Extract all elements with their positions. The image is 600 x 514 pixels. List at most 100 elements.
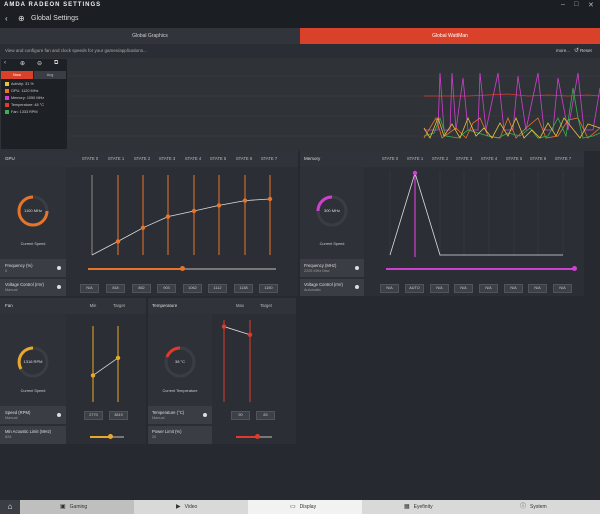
- temp-point-1[interactable]: [247, 332, 253, 337]
- temperature-toggle[interactable]: [203, 413, 207, 417]
- nav-eyefinity[interactable]: ▦ Eyefinity: [362, 500, 476, 514]
- tab-global-wattman[interactable]: Global WattMan: [300, 28, 600, 44]
- tab-bar: Global Graphics Global WattMan: [0, 28, 600, 44]
- temperature-title: Temperature: [152, 303, 178, 308]
- memory-voltage-toggle[interactable]: [355, 285, 359, 289]
- close-icon[interactable]: ✕: [588, 1, 594, 9]
- fan-speed-label: Speed (RPM): [5, 410, 31, 415]
- maximize-icon[interactable]: □: [574, 1, 578, 8]
- fan-speed-mode: Manual: [5, 416, 18, 420]
- fan-title: Fan: [5, 303, 13, 308]
- gpu-state-1-point[interactable]: [115, 239, 121, 244]
- temp-curve-line: [223, 326, 251, 336]
- memory-voltage-state-3[interactable]: N/A: [454, 284, 473, 293]
- temperature-target-input[interactable]: 83: [256, 411, 275, 420]
- nav-system[interactable]: ⓘ System: [476, 500, 600, 514]
- minimize-icon[interactable]: –: [561, 1, 565, 8]
- gpu-voltage-toggle[interactable]: [57, 285, 61, 289]
- memory-voltage-state-5[interactable]: N/A: [504, 284, 523, 293]
- gpu-voltage-state-3[interactable]: 903: [157, 284, 176, 293]
- gpu-voltage-state-2[interactable]: 862: [132, 284, 151, 293]
- reset-icon[interactable]: ↺: [574, 47, 579, 54]
- gpu-frequency-toggle[interactable]: [57, 266, 61, 270]
- fan-point-0[interactable]: [90, 373, 96, 378]
- reset-button[interactable]: Reset: [580, 48, 592, 53]
- legend-item[interactable]: Memory: 1050 MHz: [5, 96, 44, 100]
- gpu-voltage-state-6[interactable]: 1138: [234, 284, 253, 293]
- memory-state-1-point[interactable]: [412, 170, 418, 176]
- gpu-state-curve[interactable]: [66, 167, 298, 259]
- now-button[interactable]: Now: [1, 71, 33, 79]
- fan-col-min: Min: [89, 303, 97, 308]
- fan-point-1[interactable]: [115, 355, 121, 361]
- memory-voltage-state-2[interactable]: N/A: [430, 284, 449, 293]
- zoom-out-icon[interactable]: ⊖: [37, 60, 42, 67]
- memory-state-0: STATE 0: [381, 156, 399, 161]
- gpu-voltage-state-7[interactable]: 1150: [259, 284, 278, 293]
- gpu-state-5-point[interactable]: [216, 203, 222, 208]
- memory-state-curve[interactable]: [364, 167, 584, 259]
- gpu-voltage-mode: Manual: [5, 288, 18, 292]
- gpu-voltage-state-0[interactable]: N/A: [80, 284, 99, 293]
- power-limit-slider[interactable]: [255, 434, 261, 439]
- gpu-title: GPU: [5, 156, 15, 161]
- gpu-frequency-fill: [88, 268, 182, 270]
- memory-frequency-toggle[interactable]: [355, 266, 359, 270]
- gpu-state-1: STATE 1: [107, 156, 125, 161]
- nav-gaming[interactable]: ▣ Gaming: [20, 500, 134, 514]
- temperature-max-input[interactable]: 90: [231, 411, 250, 420]
- fan-acoustic-slider[interactable]: [107, 434, 113, 439]
- gpu-gauge-value: 1100 MHz: [24, 208, 42, 213]
- legend-item[interactable]: Activity: 31 %: [5, 82, 34, 86]
- tab-global-graphics[interactable]: Global Graphics: [0, 28, 300, 44]
- gpu-state-4-point[interactable]: [191, 208, 197, 214]
- gpu-gauge-area: 1100 MHz Current Speed: [0, 167, 66, 259]
- color-swatch: [5, 110, 9, 114]
- power-limit-label: Power Limit (%): [152, 429, 182, 434]
- popout-icon[interactable]: ⧉: [54, 60, 58, 67]
- memory-voltage-state-4[interactable]: N/A: [479, 284, 498, 293]
- back-icon[interactable]: ‹: [5, 14, 8, 23]
- temperature-curve[interactable]: [212, 314, 296, 406]
- fan-acoustic-value: 828: [5, 435, 12, 439]
- avg-button[interactable]: Avg: [34, 71, 66, 79]
- gpu-frequency-label: Frequency (%): [5, 263, 33, 268]
- memory-gauge-area: 300 MHz Current Speed: [300, 167, 364, 259]
- memory-gauge-label: Current Speed: [319, 242, 345, 246]
- legend-item[interactable]: Temperature: 48 °C: [5, 103, 44, 107]
- temperature-col-max: Max: [236, 303, 244, 308]
- nav-display[interactable]: ▭ Display: [248, 500, 362, 514]
- legend-item[interactable]: Fan: 1333 RPM: [5, 110, 38, 114]
- gpu-voltage-state-4[interactable]: 1062: [183, 284, 202, 293]
- memory-frequency-value: 2205 MHz Max: [304, 269, 330, 273]
- play-icon: ▶: [176, 504, 181, 510]
- memory-voltage-state-6[interactable]: N/A: [528, 284, 547, 293]
- temperature-gauge-value: 38 °C: [174, 359, 186, 364]
- gpu-state-2-point[interactable]: [140, 225, 146, 230]
- memory-frequency-slider[interactable]: [571, 266, 577, 271]
- gpu-state-7-point[interactable]: [267, 196, 273, 202]
- more-link[interactable]: more...: [556, 48, 570, 53]
- memory-voltage-state-7[interactable]: N/A: [553, 284, 572, 293]
- fan-min-input[interactable]: 2770: [84, 411, 103, 420]
- memory-voltage-state-0[interactable]: N/A: [380, 284, 399, 293]
- home-icon[interactable]: ⌂: [0, 500, 20, 514]
- fan-col-target: Target: [113, 303, 125, 308]
- legend-item[interactable]: GPU: 1120 MHz: [5, 89, 38, 93]
- memory-voltage-state-1[interactable]: AUTO: [405, 284, 424, 293]
- info-bar: View and configure fan and clock speeds …: [0, 44, 600, 58]
- temp-point-0[interactable]: [221, 324, 227, 329]
- fan-target-input[interactable]: 3819: [109, 411, 128, 420]
- gpu-frequency-slider[interactable]: [179, 266, 185, 271]
- gpu-state-3-point[interactable]: [165, 214, 171, 219]
- gpu-state-6-point[interactable]: [242, 198, 248, 203]
- gpu-voltage-state-1[interactable]: 818: [106, 284, 125, 293]
- fan-speed-toggle[interactable]: [57, 413, 61, 417]
- fan-curve[interactable]: [66, 314, 146, 406]
- memory-frequency-fill: [386, 268, 574, 270]
- zoom-in-icon[interactable]: ⊕: [20, 60, 25, 67]
- gpu-voltage-state-5[interactable]: 1112: [208, 284, 227, 293]
- color-swatch: [5, 89, 9, 93]
- collapse-icon[interactable]: ‹: [4, 60, 6, 66]
- nav-video[interactable]: ▶ Video: [134, 500, 248, 514]
